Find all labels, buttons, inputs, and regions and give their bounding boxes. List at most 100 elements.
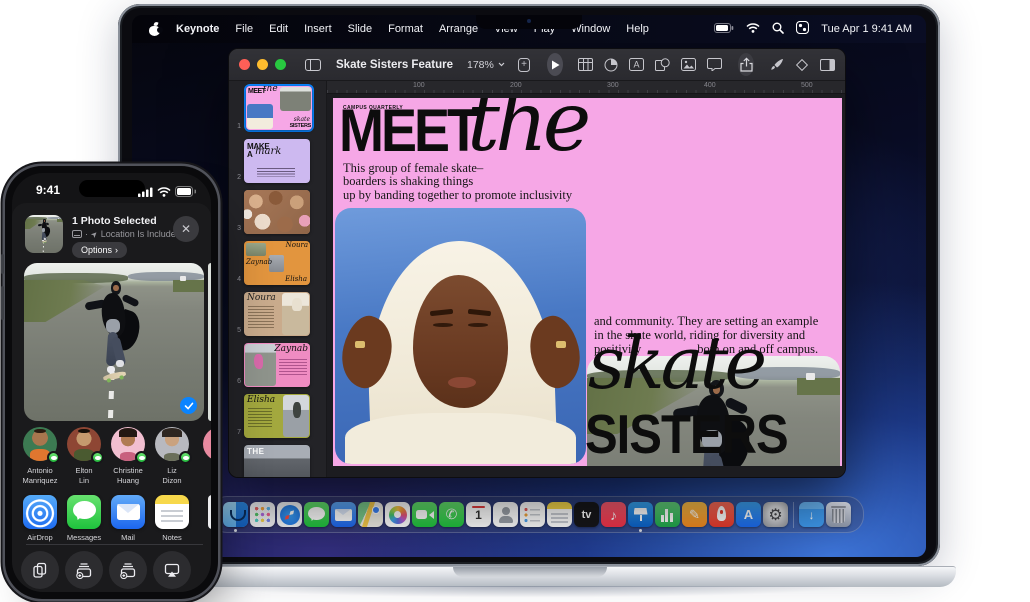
close-button[interactable]: ✕ [173, 216, 199, 242]
finder-dock-icon[interactable] [223, 502, 248, 527]
close-window-button[interactable] [239, 59, 250, 70]
downloads-dock-icon[interactable] [799, 502, 824, 527]
wifi-icon[interactable] [746, 23, 760, 36]
document-title: Skate Sisters Feature [336, 59, 453, 71]
document-panel-icon[interactable] [820, 59, 835, 71]
comment-icon[interactable] [707, 58, 722, 71]
animate-icon[interactable] [795, 58, 809, 72]
music-dock-icon[interactable] [601, 502, 626, 527]
mail-share-app[interactable]: Mail [106, 495, 150, 542]
copy-icon [31, 561, 49, 579]
rocket-dock-icon[interactable] [709, 502, 734, 527]
safari-dock-icon[interactable] [277, 502, 302, 527]
slide-6-thumbnail[interactable]: Zaynab [244, 343, 310, 387]
messages-share-app[interactable]: Messages [62, 495, 106, 542]
current-slide[interactable]: CAMPUS QUARTERLY MEET the This group of … [333, 98, 842, 466]
pages-dock-icon[interactable] [682, 502, 707, 527]
menu-format[interactable]: Format [388, 23, 423, 35]
sidebar-toggle-icon[interactable] [305, 59, 321, 71]
contact-antonio[interactable]: AntonioManriquez [18, 427, 62, 486]
menu-insert[interactable]: Insert [304, 23, 332, 35]
slide-thumbnail-row[interactable]: 2 MAKE A mark [229, 139, 326, 183]
next-app-edge[interactable] [208, 495, 211, 529]
next-photo-edge[interactable] [208, 263, 211, 421]
facetime-dock-icon[interactable] [412, 502, 437, 527]
launchpad-dock-icon[interactable] [250, 502, 275, 527]
control-center-icon[interactable] [796, 21, 809, 37]
menu-arrange[interactable]: Arrange [439, 23, 478, 35]
numbers-dock-icon[interactable] [655, 502, 680, 527]
format-brush-icon[interactable] [770, 58, 784, 72]
contacts-dock-icon[interactable] [493, 502, 518, 527]
menu-help[interactable]: Help [626, 23, 649, 35]
menu-file[interactable]: File [235, 23, 253, 35]
slide-8-thumbnail[interactable]: THE skate [244, 445, 310, 477]
share-icon[interactable] [738, 53, 754, 76]
mail-dock-icon[interactable] [331, 502, 356, 527]
airplay-action-button[interactable] [150, 551, 194, 589]
slide-thumbnail-row[interactable]: 4 Noura Zaynab Elisha [229, 241, 326, 285]
contact-liz[interactable]: LizDizon [150, 427, 194, 486]
zoom-control[interactable]: 178% [467, 59, 505, 71]
messages-badge-icon [179, 451, 192, 464]
slide-5-thumbnail[interactable]: Noura [244, 292, 310, 336]
table-icon[interactable] [578, 58, 593, 71]
battery-icon[interactable] [714, 23, 734, 36]
slide-7-thumbnail[interactable]: Elisha [244, 394, 310, 438]
slide-2-thumbnail[interactable]: MAKE A mark [244, 139, 310, 183]
menu-keynote[interactable]: Keynote [176, 23, 219, 35]
appstore-dock-icon[interactable] [736, 502, 761, 527]
slide-4-thumbnail[interactable]: Noura Zaynab Elisha [244, 241, 310, 285]
phone-dock-icon[interactable] [439, 502, 464, 527]
portrait-photo[interactable] [335, 208, 586, 464]
notes-dock-icon[interactable] [547, 502, 572, 527]
photos-dock-icon[interactable] [385, 502, 410, 527]
location-arrow-icon: ➤ [89, 228, 100, 239]
reminders-dock-icon[interactable] [520, 502, 545, 527]
play-icon[interactable] [547, 53, 563, 76]
insert-slide-icon[interactable]: + [518, 58, 530, 72]
menu-bar-clock[interactable]: Tue Apr 1 9:41 AM [821, 23, 912, 35]
menu-slide[interactable]: Slide [348, 23, 372, 35]
chart-icon[interactable] [604, 58, 618, 72]
slide-thumbnail-row[interactable]: 6 Zaynab [229, 343, 326, 387]
slide-thumbnail-row[interactable]: 5 Noura [229, 292, 326, 336]
airdrop-share-app[interactable]: AirDrop [18, 495, 62, 542]
slide-3-thumbnail[interactable] [244, 190, 310, 234]
airdrop-contacts: AntonioManriquezEltonLinChristineHuangLi… [18, 427, 194, 486]
maps-dock-icon[interactable] [358, 502, 383, 527]
keynote-dock-icon[interactable] [628, 502, 653, 527]
slide-thumbnail-row[interactable]: 1 MEET the skate SISTERS [229, 84, 326, 132]
slide-thumbnail-row[interactable]: THE skate [229, 445, 326, 477]
copy-action-button[interactable] [18, 551, 62, 589]
slide-1-thumbnail[interactable]: MEET the skate SISTERS [246, 86, 312, 130]
airplay-icon [163, 561, 181, 579]
minimize-window-button[interactable] [257, 59, 268, 70]
slide-outro-script: skate [588, 327, 763, 399]
contact-christine[interactable]: ChristineHuang [106, 427, 150, 486]
search-icon[interactable] [772, 22, 784, 37]
keynote-window: Skate Sisters Feature 178% + A [228, 48, 846, 478]
slide-thumbnail-row[interactable]: 3 [229, 190, 326, 234]
menu-edit[interactable]: Edit [269, 23, 288, 35]
text-box-icon[interactable]: A [629, 58, 644, 71]
trash-dock-icon[interactable] [826, 502, 851, 527]
media-icon[interactable] [681, 58, 696, 71]
close-icon: ✕ [181, 222, 191, 236]
add-to-album-action-button[interactable] [106, 551, 150, 589]
calendar-dock-icon[interactable]: 1 [466, 502, 491, 527]
contact-elton[interactable]: EltonLin [62, 427, 106, 486]
tv-dock-icon[interactable] [574, 502, 599, 527]
selected-photo[interactable] [24, 263, 204, 421]
shape-icon[interactable] [655, 58, 670, 71]
apple-menu-icon[interactable] [149, 23, 160, 36]
save-image-action-button[interactable] [62, 551, 106, 589]
notes-share-app[interactable]: Notes [150, 495, 194, 542]
slide-thumbnail-row[interactable]: 7 Elisha [229, 394, 326, 438]
divider [26, 544, 203, 545]
settings-dock-icon[interactable] [763, 502, 788, 527]
share-subtitle: · ➤ Location Is Included [72, 229, 181, 239]
options-button[interactable]: Options › [72, 242, 127, 258]
messages-dock-icon[interactable] [304, 502, 329, 527]
zoom-window-button[interactable] [275, 59, 286, 70]
